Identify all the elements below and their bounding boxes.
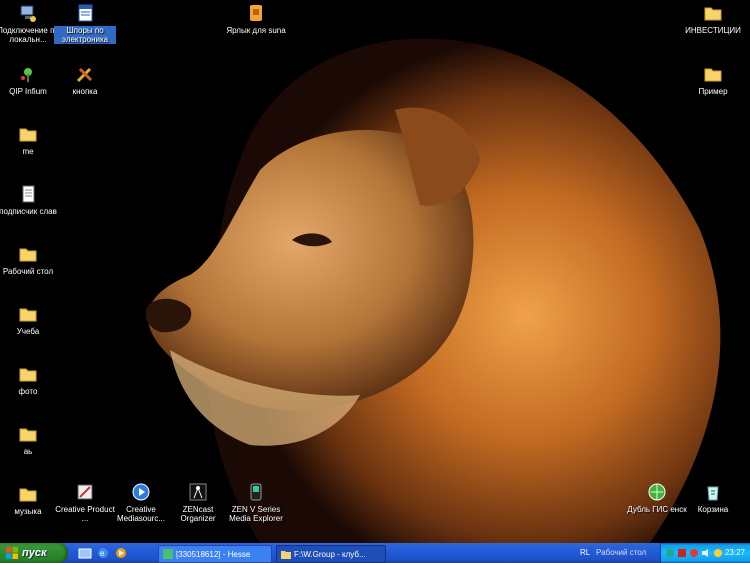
folder-icon: [702, 2, 724, 24]
word-document-icon: [74, 2, 96, 24]
icon-label: Creative Product ...: [55, 505, 115, 523]
podcast-icon: [187, 481, 209, 503]
icon-label: Creative Mediasourc...: [116, 505, 166, 523]
icon-label: Учеба: [16, 327, 40, 336]
desktop-icon-folder-primer[interactable]: Пример: [681, 63, 745, 96]
desktop-icon-text-file[interactable]: подписчик слав: [0, 183, 60, 216]
icon-label: Рабочий стол: [2, 267, 54, 276]
text-file-icon: [17, 183, 39, 205]
desktop-icon-doc-shpory[interactable]: Шпоры по электроника: [53, 2, 117, 44]
icon-label: Корзина: [697, 505, 729, 514]
icon-label: Шпоры по электроника: [54, 26, 116, 44]
creative-product-icon: [74, 481, 96, 503]
svg-text:e: e: [100, 549, 105, 558]
icon-label: ZENcast Organizer: [180, 505, 216, 523]
desktop-icon-folder-me[interactable]: me: [0, 123, 60, 156]
desktop-icon-qip[interactable]: QIP Infium: [0, 63, 60, 96]
windows-logo-icon: [6, 547, 18, 559]
volume-tray-icon[interactable]: [701, 548, 711, 558]
icon-label: Подключение по локальн...: [0, 26, 59, 44]
icon-label: QIP Infium: [9, 87, 47, 96]
media-play-icon: [130, 481, 152, 503]
icon-label: Дубль ГИС енск: [627, 505, 687, 514]
show-desktop-icon[interactable]: [78, 546, 92, 560]
network-connection-icon: [17, 2, 39, 24]
internet-explorer-icon[interactable]: e: [96, 546, 110, 560]
globe-icon: [646, 481, 668, 503]
icon-label: аь: [23, 447, 33, 456]
update-tray-icon[interactable]: [713, 548, 723, 558]
security-tray-icon[interactable]: [677, 548, 687, 558]
folder-icon: [17, 423, 39, 445]
start-label: пуск: [22, 547, 47, 559]
language-indicator[interactable]: RL: [580, 548, 590, 557]
desktop-icon-creative-mediasource[interactable]: Creative Mediasourc...: [109, 481, 173, 523]
clock[interactable]: 23:27: [725, 548, 745, 557]
folder-icon: [17, 243, 39, 265]
folder-icon: [702, 63, 724, 85]
icon-label: музыка: [14, 507, 42, 516]
desktop-toolbar-label[interactable]: Рабочий стол: [596, 548, 646, 557]
desktop-icon-knopka[interactable]: кнопка: [53, 63, 117, 96]
folder-icon: [17, 363, 39, 385]
desktop-icon-folder-desktop[interactable]: Рабочий стол: [0, 243, 60, 276]
task-label: F:\W.Group - клуб...: [294, 549, 366, 559]
tools-icon: [74, 63, 96, 85]
desktop-icon-network-connection[interactable]: Подключение по локальн...: [0, 2, 60, 44]
icon-label: Пример: [698, 87, 728, 96]
desktop-icon-creative-product[interactable]: Creative Product ...: [53, 481, 117, 523]
start-button[interactable]: пуск: [0, 543, 68, 563]
folder-icon: [17, 123, 39, 145]
task-label: [330518612] - Hesse: [176, 549, 251, 559]
desktop-icon-zen-explorer[interactable]: ZEN V Series Media Explorer: [224, 481, 288, 523]
desktop-icon-folder-ucheba[interactable]: Учеба: [0, 303, 60, 336]
icon-label: Ярлык для suna: [226, 26, 286, 35]
icon-label: ИНВЕСТИЦИИ: [685, 26, 741, 35]
folder-window-icon: [281, 551, 291, 559]
taskbar: пуск e [330518612] - Hesse F:\W.Group - …: [0, 543, 750, 563]
desktop-icon-dubl-gis[interactable]: Дубль ГИС енск: [625, 481, 689, 514]
network-tray-icon[interactable]: [665, 548, 675, 558]
desktop-icon-recycle-bin[interactable]: Корзина: [681, 481, 745, 514]
icon-label: кнопка: [72, 87, 98, 96]
media-player-icon[interactable]: [114, 546, 128, 560]
desktop-icon-shortcut-suna[interactable]: Ярлык для suna: [224, 2, 288, 35]
icon-label: me: [22, 147, 34, 156]
antivirus-tray-icon[interactable]: [689, 548, 699, 558]
folder-icon: [17, 303, 39, 325]
icon-label: ZEN V Series Media Explorer: [229, 505, 283, 523]
desktop-icon-folder-ab[interactable]: аь: [0, 423, 60, 456]
icon-label: фото: [18, 387, 38, 396]
desktop-icon-folder-music[interactable]: музыка: [0, 483, 60, 516]
media-player-icon: [245, 481, 267, 503]
icon-label: подписчик слав: [0, 207, 57, 216]
task-button-wgroup[interactable]: F:\W.Group - клуб...: [276, 545, 386, 563]
window-icon: [163, 549, 173, 559]
desktop-icon-zencast[interactable]: ZENcast Organizer: [166, 481, 230, 523]
recycle-bin-icon: [702, 481, 724, 503]
desktop-icon-folder-investicii[interactable]: ИНВЕСТИЦИИ: [681, 2, 745, 35]
shortcut-icon: [245, 2, 267, 24]
task-button-hesse[interactable]: [330518612] - Hesse: [158, 545, 272, 563]
qip-flower-icon: [17, 63, 39, 85]
desktop-icon-folder-photo[interactable]: фото: [0, 363, 60, 396]
system-tray: 23:27: [660, 543, 750, 563]
folder-icon: [17, 483, 39, 505]
